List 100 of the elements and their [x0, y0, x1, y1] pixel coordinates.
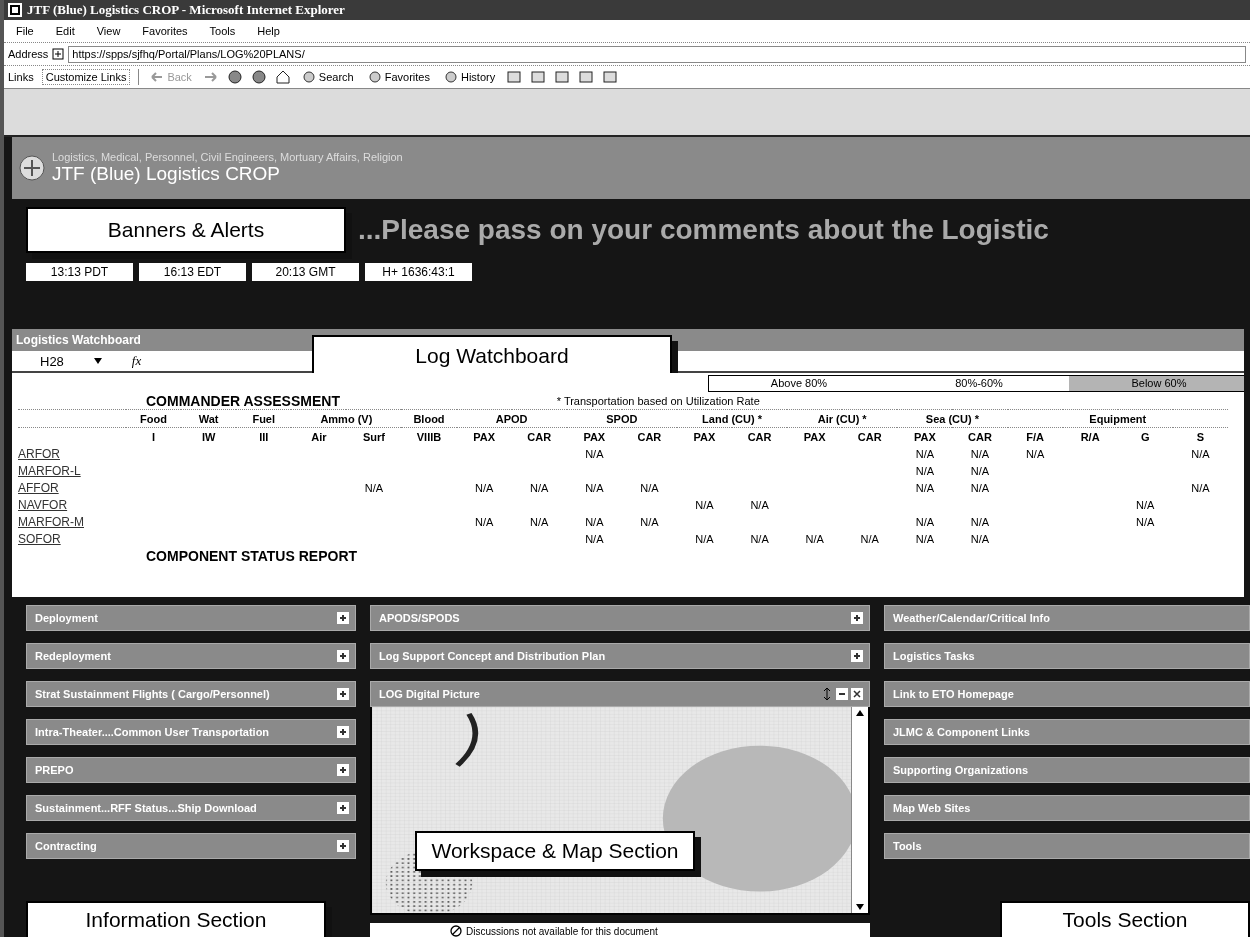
unit-link[interactable]: AFFOR	[18, 480, 59, 495]
table-cell: N/A	[530, 515, 549, 528]
column-header: R/A	[1080, 430, 1100, 443]
table-cell: N/A	[695, 498, 714, 511]
column-header: PAX	[803, 430, 826, 443]
minimize-icon[interactable]	[836, 688, 848, 700]
table-cell: N/A	[970, 515, 990, 528]
unit-link[interactable]: NAVFOR	[18, 497, 68, 512]
resize-icon[interactable]	[821, 688, 833, 700]
expand-button-icon[interactable]	[337, 840, 349, 852]
unit-link[interactable]: MARFOR-L	[18, 463, 81, 478]
expand-button-icon[interactable]	[337, 802, 349, 814]
table-cell: N/A	[640, 515, 659, 528]
expand-button-icon[interactable]	[337, 764, 349, 776]
table-cell: N/A	[805, 532, 824, 545]
column-header: IW	[201, 430, 216, 443]
unit-link[interactable]: SOFOR	[18, 531, 61, 546]
table-cell: N/A	[750, 532, 769, 545]
table-cell: N/A	[1191, 447, 1210, 460]
clock-display: 20:13 GMT	[252, 263, 359, 281]
expand-button-icon[interactable]	[851, 650, 863, 662]
table-cell: N/A	[970, 481, 990, 494]
table-cell: N/A	[970, 532, 990, 545]
section-title: Log Support Concept and Distribution Plan	[379, 650, 606, 662]
section-title: Sustainment...RFF Status...Ship Download	[35, 802, 257, 814]
table-cell: N/A	[585, 481, 604, 494]
menu-item[interactable]: Favorites	[142, 25, 188, 37]
home-icon[interactable]	[274, 69, 291, 85]
clock-display: 16:13 EDT	[139, 263, 246, 281]
column-header: S	[1196, 430, 1205, 443]
column-header: VIIIB	[416, 430, 442, 443]
column-header: PAX	[913, 430, 936, 443]
expand-button-icon[interactable]	[337, 688, 349, 700]
clock-display: H+ 1636:43:1	[365, 263, 472, 281]
expand-button-icon[interactable]	[337, 726, 349, 738]
menu-item[interactable]: Help	[257, 25, 280, 37]
menu-item[interactable]: Edit	[55, 25, 75, 37]
column-header: I	[152, 430, 156, 443]
table-cell: N/A	[915, 532, 935, 545]
close-icon[interactable]	[851, 688, 863, 700]
unit-link[interactable]: ARFOR	[18, 446, 60, 461]
formula-label: fx	[131, 353, 142, 369]
section-heading: COMPONENT STATUS REPORT	[146, 547, 358, 564]
scroll-down-icon[interactable]	[855, 903, 865, 911]
column-group-header: SPOD	[606, 412, 638, 425]
column-group-header: Wat	[198, 412, 219, 425]
section-title: Supporting Organizations	[893, 764, 1029, 776]
column-group-header: Ammo (V)	[320, 412, 373, 425]
clock-display: 13:13 PDT	[26, 263, 133, 281]
section-title: Weather/Calendar/Critical Info	[893, 612, 1050, 624]
section-title: Logistics Tasks	[893, 650, 975, 662]
table-cell: N/A	[1136, 498, 1155, 511]
customize-links-link[interactable]: Customize Links	[41, 69, 131, 85]
column-group-header: Air (CU) *	[817, 412, 867, 425]
column-header: PAX	[583, 430, 606, 443]
column-header: G	[1140, 430, 1150, 443]
column-group-header: Food	[140, 412, 167, 425]
table-cell: N/A	[970, 464, 990, 477]
table-cell: N/A	[585, 515, 604, 528]
expand-button-icon[interactable]	[337, 650, 349, 662]
table-cell: N/A	[474, 515, 494, 528]
table-cell: N/A	[585, 447, 604, 460]
portal-subtitle: Logistics, Medical, Personnel, Civil Engineers, Mortuary Affairs, Religion	[52, 151, 403, 163]
menu-item[interactable]: Tools	[209, 25, 236, 37]
column-header: CAR	[637, 430, 662, 443]
section-heading: COMMANDER ASSESSMENT	[146, 392, 340, 409]
unit-link[interactable]: MARFOR-M	[18, 514, 84, 529]
legend-entry: Below 60%	[1069, 376, 1244, 391]
section-title: Strat Sustainment Flights ( Cargo/Personnel)	[35, 688, 270, 700]
section-title: JLMC & Component Links	[893, 726, 1030, 738]
toolbar-button[interactable]: Favorites	[364, 69, 433, 85]
section-title: Redeployment	[35, 650, 111, 662]
cell-reference: H28	[40, 353, 64, 369]
back-arrow-icon	[150, 70, 165, 84]
section-title: Deployment	[35, 612, 98, 624]
dropdown-caret-icon[interactable]	[93, 358, 102, 364]
section-title: Tools	[893, 840, 922, 852]
menu-item[interactable]: File	[16, 25, 34, 37]
table-cell: N/A	[1136, 515, 1155, 528]
expand-button-icon[interactable]	[337, 612, 349, 624]
footnote: * Transportation based on Utilization Rate	[556, 394, 760, 407]
table-cell: N/A	[530, 481, 549, 494]
table-cell: N/A	[585, 532, 604, 545]
expand-button-icon[interactable]	[851, 612, 863, 624]
toolbar-button[interactable]: Search	[298, 69, 357, 85]
scroll-up-icon[interactable]	[855, 709, 865, 717]
section-title: Contracting	[35, 840, 97, 852]
toolbar-button[interactable]: History	[440, 69, 499, 85]
column-header: CAR	[968, 430, 992, 443]
table-cell: N/A	[915, 447, 935, 460]
table-cell: N/A	[915, 464, 935, 477]
discussion-notice: Discussions not available for this document	[466, 925, 658, 937]
column-header: Surf	[362, 430, 385, 443]
address-field[interactable]: https://spps/sjfhq/Portal/Plans/LOG%20PLANS/	[68, 45, 1246, 63]
table-cell: N/A	[970, 447, 990, 460]
table-cell: N/A	[474, 481, 494, 494]
table-cell: N/A	[1191, 481, 1210, 494]
menu-item[interactable]: View	[96, 25, 121, 37]
emblem-icon	[18, 154, 46, 182]
section-title: Intra-Theater....Common User Transportation	[35, 726, 270, 738]
